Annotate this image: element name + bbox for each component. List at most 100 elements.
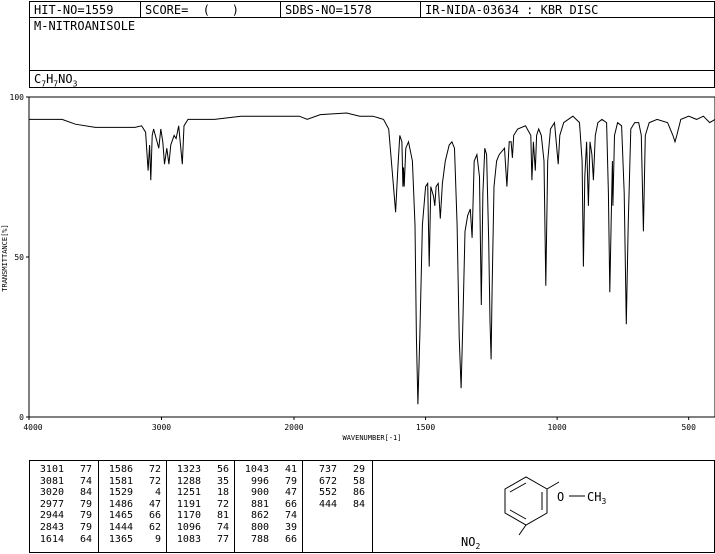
peak-row: 1586 72 xyxy=(99,464,166,476)
peak-wavenumber: 3020 xyxy=(39,487,64,499)
structure-box: O CH3 NO2 xyxy=(372,460,715,553)
peak-wavenumber: 737 xyxy=(318,464,337,475)
peak-transmittance: 64 xyxy=(79,533,92,545)
peak-transmittance: 66 xyxy=(284,498,297,510)
peak-wavenumber: 1170 xyxy=(176,510,201,522)
molecule-structure: O CH3 NO2 xyxy=(461,476,606,551)
peak-row: 1096 74 xyxy=(167,522,234,534)
peak-row: 1365 9 xyxy=(99,534,166,546)
peak-transmittance: 29 xyxy=(352,464,365,475)
peak-row: 2944 79 xyxy=(30,510,98,522)
peak-row: 444 84 xyxy=(303,499,370,511)
peak-wavenumber: 1581 xyxy=(108,475,133,487)
peak-row: 672 58 xyxy=(303,476,370,488)
peak-wavenumber: 444 xyxy=(318,498,337,510)
peak-row: 1465 66 xyxy=(99,510,166,522)
peak-wavenumber: 2843 xyxy=(39,521,64,533)
spectrum-line xyxy=(29,112,715,405)
peak-table: 3101 77 3081 74 3020 84 2977 79 2944 79 2843 79 1614… xyxy=(29,460,373,553)
peak-transmittance: 72 xyxy=(216,498,229,510)
ir-spectrum-chart: 100500 4000 3000 2000 1500 1000 500 TRANSMITT… xyxy=(1,93,715,442)
peak-row: 2977 79 xyxy=(30,499,98,511)
peak-column: 1323 56 1288 35 1251 18 1191 72 1170 81 1096 74 1083… xyxy=(166,461,234,552)
peak-wavenumber: 2944 xyxy=(39,510,64,522)
peak-column: 1586 72 1581 72 1529 4 1486 47 1465 66 1444 62 1365 9 xyxy=(98,461,166,552)
peak-wavenumber: 881 xyxy=(250,498,269,510)
peak-row: 1288 35 xyxy=(167,476,234,488)
x-axis-ticks: 4000 3000 2000 1500 1000 500 xyxy=(23,417,696,432)
peak-wavenumber: 900 xyxy=(250,487,269,499)
peak-transmittance: 77 xyxy=(79,464,92,475)
peak-transmittance: 79 xyxy=(79,510,92,522)
peak-wavenumber: 672 xyxy=(318,475,337,487)
peak-wavenumber: 1529 xyxy=(108,487,133,499)
peak-transmittance: 84 xyxy=(79,487,92,499)
peak-transmittance: 58 xyxy=(352,475,365,487)
peak-row: 3020 84 xyxy=(30,487,98,499)
peak-row: 996 79 xyxy=(235,476,302,488)
x-tick-label: 3000 xyxy=(152,423,171,432)
peak-transmittance: 72 xyxy=(148,475,161,487)
y-tick-label: 50 xyxy=(14,253,24,262)
peak-wavenumber: 1251 xyxy=(176,487,201,499)
peak-transmittance: 72 xyxy=(148,464,161,475)
peak-wavenumber: 3101 xyxy=(39,464,64,475)
peak-transmittance: 77 xyxy=(216,533,229,545)
peak-column: 1043 41 996 79 900 47 881 66 862 74 800 39 788 66 xyxy=(234,461,302,552)
peak-wavenumber: 552 xyxy=(318,487,337,499)
peak-row: 1581 72 xyxy=(99,476,166,488)
peak-wavenumber: 1614 xyxy=(39,533,64,545)
peak-wavenumber: 1486 xyxy=(108,498,133,510)
peak-row: 2843 79 xyxy=(30,522,98,534)
plot-frame xyxy=(28,96,715,418)
peak-transmittance: 84 xyxy=(352,498,365,510)
peak-transmittance: 35 xyxy=(216,475,229,487)
peak-row: 3101 77 xyxy=(30,464,98,476)
peak-row: 862 74 xyxy=(235,510,302,522)
peak-transmittance: 66 xyxy=(148,510,161,522)
peak-row: 737 29 xyxy=(303,464,370,476)
peak-wavenumber: 1444 xyxy=(108,521,133,533)
peak-transmittance: 79 xyxy=(79,521,92,533)
peak-row: 1486 47 xyxy=(99,499,166,511)
peak-transmittance: 74 xyxy=(284,510,297,522)
peak-row: 1323 56 xyxy=(167,464,234,476)
y-tick-label: 0 xyxy=(19,413,24,422)
peak-transmittance: 47 xyxy=(284,487,297,499)
peak-transmittance: 81 xyxy=(216,510,229,522)
peak-row: 1614 64 xyxy=(30,534,98,546)
peak-row: 1444 62 xyxy=(99,522,166,534)
peak-wavenumber: 1083 xyxy=(176,533,201,545)
peak-transmittance: 62 xyxy=(148,521,161,533)
peak-transmittance: 74 xyxy=(79,475,92,487)
peak-transmittance: 79 xyxy=(284,475,297,487)
peak-row: 1251 18 xyxy=(167,487,234,499)
peak-transmittance: 9 xyxy=(154,533,161,545)
peak-wavenumber: 1043 xyxy=(244,464,269,475)
x-tick-label: 1500 xyxy=(416,423,435,432)
peak-row: 788 66 xyxy=(235,534,302,546)
peak-row: 881 66 xyxy=(235,499,302,511)
peak-transmittance: 39 xyxy=(284,521,297,533)
peak-column: 737 29 672 58 552 86 444 84 xyxy=(302,461,370,552)
peak-transmittance: 41 xyxy=(284,464,297,475)
y-axis-label: TRANSMITTANCE[%] xyxy=(1,224,9,291)
peak-row: 3081 74 xyxy=(30,476,98,488)
peak-row: 1083 77 xyxy=(167,534,234,546)
y-axis-ticks: 100 50 0 xyxy=(10,93,29,422)
peak-transmittance: 74 xyxy=(216,521,229,533)
peak-transmittance: 56 xyxy=(216,464,229,475)
peak-row: 1529 4 xyxy=(99,487,166,499)
peak-wavenumber: 3081 xyxy=(39,475,64,487)
peak-wavenumber: 2977 xyxy=(39,498,64,510)
peak-wavenumber: 1365 xyxy=(108,533,133,545)
substituent-methyl: CH3 xyxy=(587,490,606,506)
peak-row: 1191 72 xyxy=(167,499,234,511)
peak-row: 1170 81 xyxy=(167,510,234,522)
nitro-no: NO xyxy=(461,535,475,549)
x-tick-label: 2000 xyxy=(284,423,303,432)
peak-wavenumber: 1465 xyxy=(108,510,133,522)
substituent-oxygen: O xyxy=(557,490,564,504)
peak-wavenumber: 788 xyxy=(250,533,269,545)
peak-wavenumber: 862 xyxy=(250,510,269,522)
